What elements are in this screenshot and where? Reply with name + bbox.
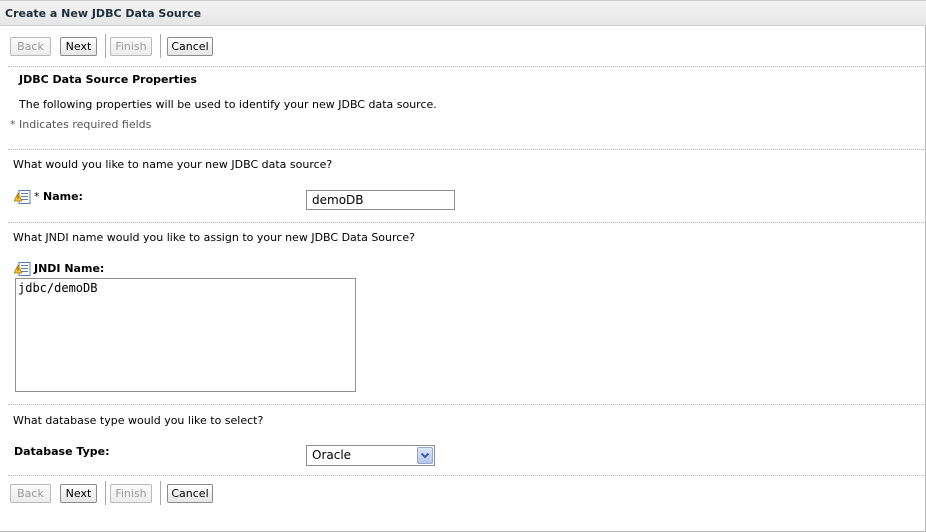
required-note: * Indicates required fields [10,118,152,131]
back-button[interactable]: Back [10,484,51,503]
info-help-icon[interactable] [14,262,31,276]
jndi-textarea[interactable]: jdbc/demoDB [15,278,356,392]
divider [8,404,926,405]
name-question: What would you like to name your new JDB… [13,158,333,171]
cancel-button[interactable]: Cancel [167,484,213,503]
back-button[interactable]: Back [10,37,51,56]
chevron-down-icon[interactable] [417,447,433,464]
button-separator [105,481,106,505]
title-bar: Create a New JDBC Data Source [0,0,926,26]
button-separator [105,34,106,58]
db-type-selected-value: Oracle [312,448,352,462]
jndi-question: What JNDI name would you like to assign … [13,231,415,244]
divider [8,149,926,150]
button-separator [160,481,161,505]
name-input[interactable] [306,190,455,210]
divider [8,222,926,223]
db-type-select[interactable]: Oracle [306,445,435,466]
page-title: Create a New JDBC Data Source [5,7,202,20]
name-required-mark: * [34,190,40,203]
name-label: Name: [43,190,83,203]
button-separator [160,34,161,58]
section-description: The following properties will be used to… [19,98,437,111]
divider [8,66,926,67]
cancel-button[interactable]: Cancel [167,37,213,56]
jndi-label: JNDI Name: [34,262,105,275]
section-heading: JDBC Data Source Properties [19,73,197,86]
info-help-icon[interactable] [14,190,31,204]
db-type-label: Database Type: [14,445,110,458]
finish-button[interactable]: Finish [110,484,152,503]
next-button[interactable]: Next [60,37,97,56]
next-button[interactable]: Next [60,484,97,503]
db-type-question: What database type would you like to sel… [13,414,264,427]
finish-button[interactable]: Finish [110,37,152,56]
divider [8,475,926,476]
